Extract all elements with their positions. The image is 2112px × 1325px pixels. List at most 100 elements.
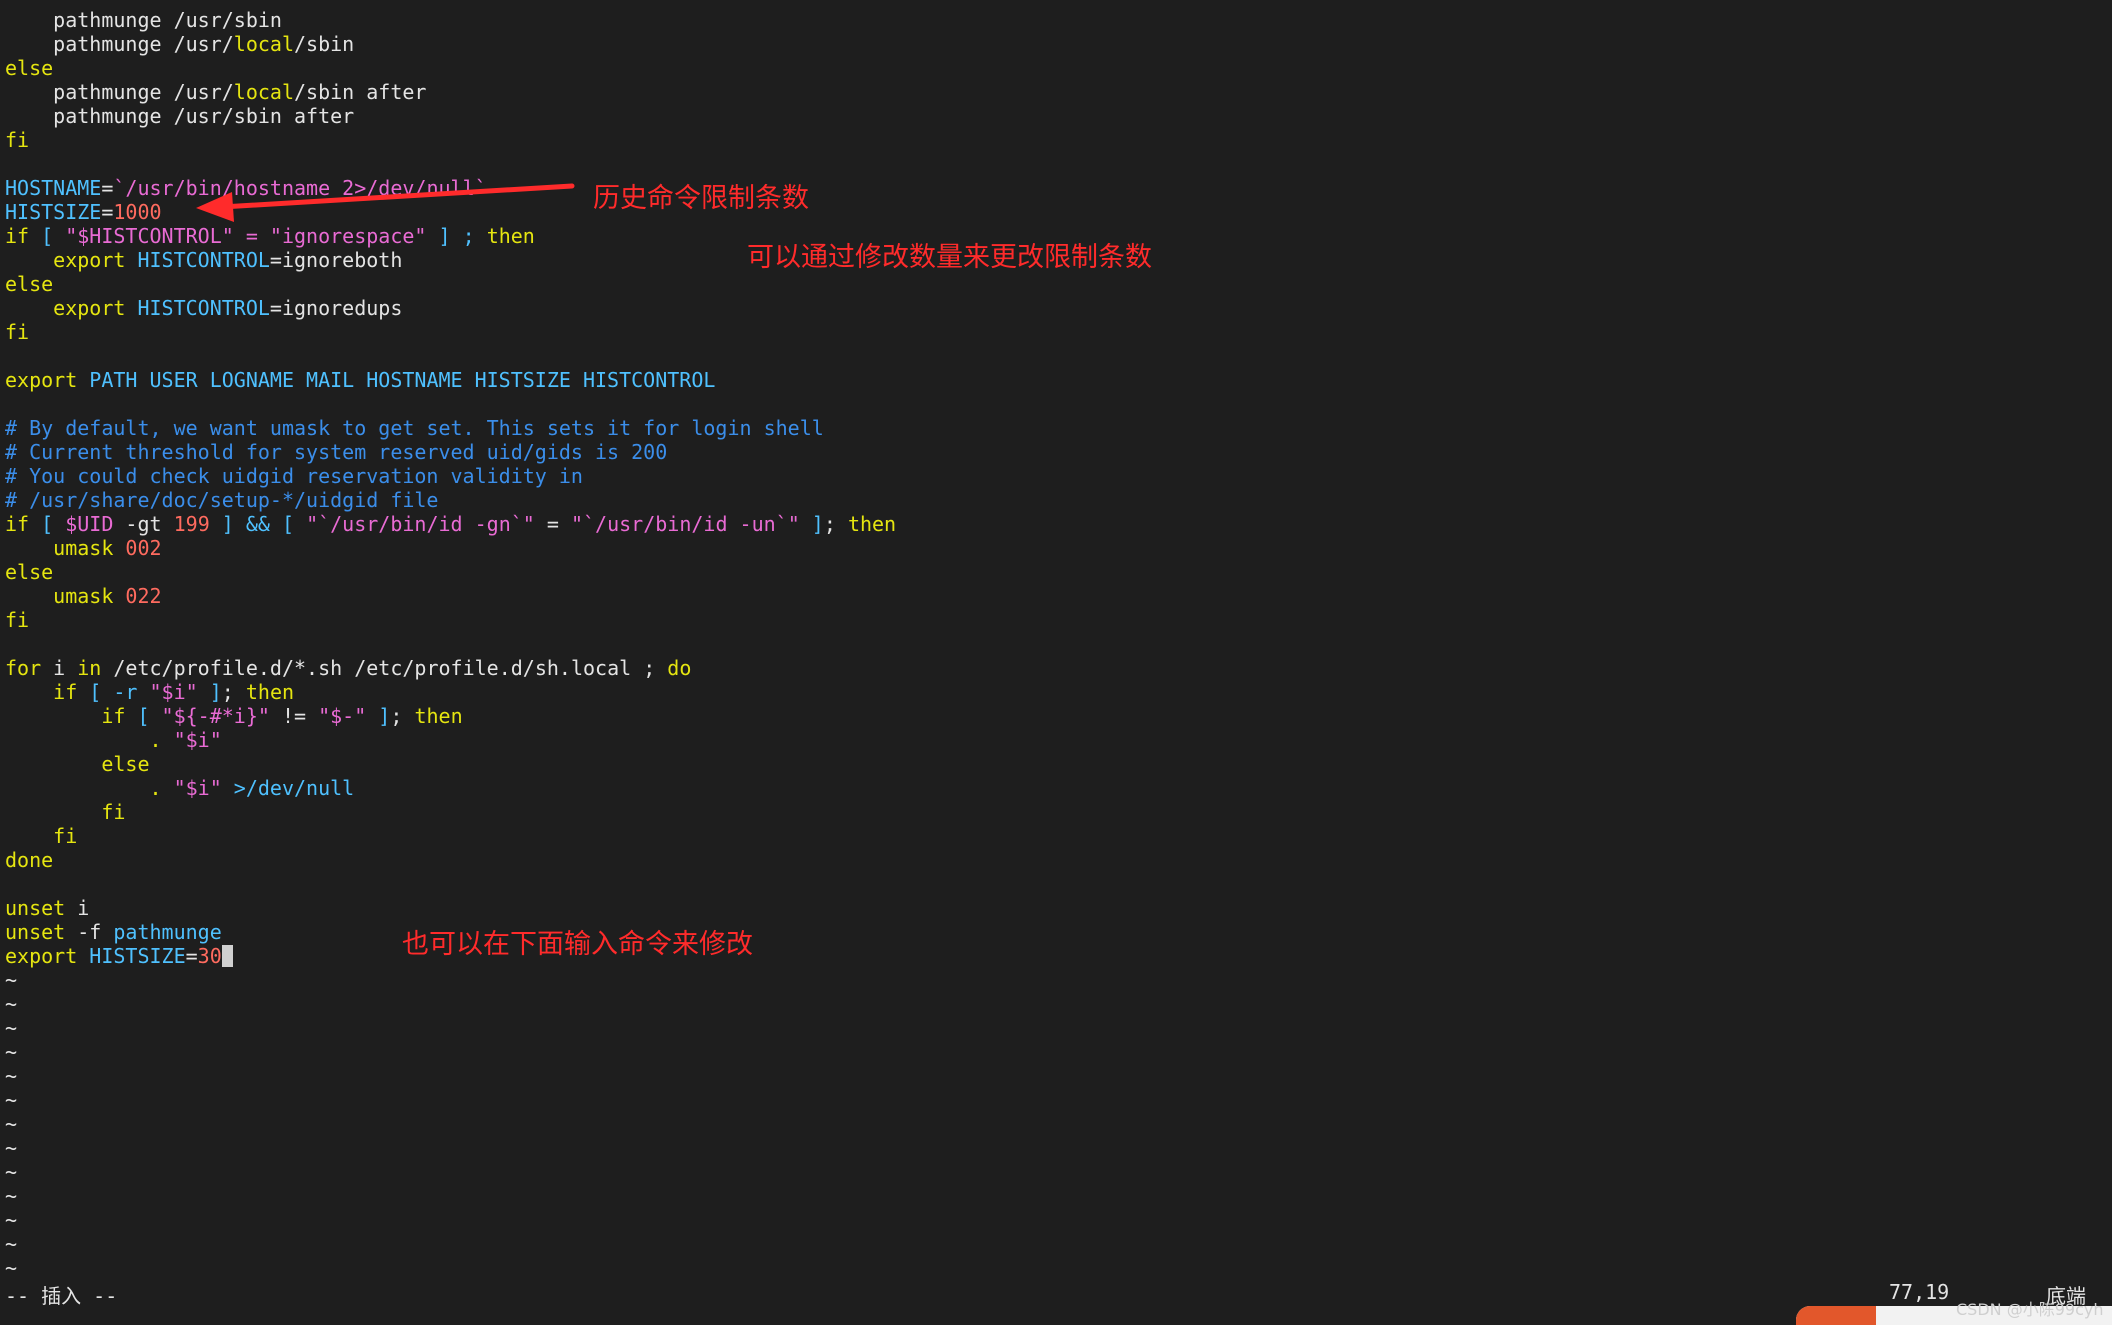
code-line: umask 022 (5, 584, 896, 608)
empty-line-marker: ~ (5, 968, 896, 992)
empty-line-marker: ~ (5, 1256, 896, 1280)
code-line: . "$i" (5, 728, 896, 752)
code-line: pathmunge /usr/local/sbin (5, 32, 896, 56)
code-token: else (5, 56, 54, 80)
code-token: export (53, 296, 126, 320)
code-token: = (185, 944, 198, 968)
empty-line-marker: ~ (5, 1208, 896, 1232)
code-line: pathmunge /usr/sbin (5, 8, 896, 32)
code-token: then (414, 704, 463, 728)
code-token: HISTSIZE (5, 200, 102, 224)
code-token: HISTSIZE (77, 944, 186, 968)
code-token: 1000 (113, 200, 162, 224)
code-line: pathmunge /usr/local/sbin after (5, 80, 896, 104)
code-token: pathmunge /usr/sbin after (5, 104, 355, 128)
code-token: -gt (113, 512, 174, 536)
code-token: ; (221, 680, 246, 704)
code-token: ~ (5, 1136, 18, 1160)
code-token: unset (5, 920, 66, 944)
code-token: 30 (197, 944, 222, 968)
annotation-change-count: 可以通过修改数量来更改限制条数 (747, 242, 1152, 273)
empty-line-marker: ~ (5, 1184, 896, 1208)
code-token: `/usr/bin/hostname 2>/dev/null` (113, 176, 487, 200)
code-token: export (5, 944, 78, 968)
code-token: = (534, 512, 571, 536)
code-line: fi (5, 128, 896, 152)
code-token: fi (5, 128, 30, 152)
code-token: then (847, 512, 897, 536)
code-token: . (5, 776, 174, 800)
code-token: then (486, 224, 535, 248)
empty-line-marker: ~ (5, 992, 896, 1016)
code-token: "$-" (318, 704, 367, 728)
code-token: >/dev/null (221, 776, 355, 800)
code-token: HOSTNAME (5, 176, 102, 200)
code-token: "`/usr/bin/id -gn`" (306, 512, 535, 536)
code-token: fi (5, 608, 30, 632)
code-token: -f (65, 920, 114, 944)
code-token: ~ (5, 1064, 18, 1088)
code-token: HISTCONTROL (137, 248, 270, 272)
code-token: ~ (5, 1184, 18, 1208)
annotation-command-modify: 也可以在下面输入命令来修改 (402, 929, 753, 960)
code-line: export HISTCONTROL=ignoredups (5, 296, 896, 320)
code-token: fi (5, 800, 126, 824)
code-token: 199 (173, 512, 210, 536)
empty-line-marker: ~ (5, 1112, 896, 1136)
code-token: in (77, 656, 102, 680)
code-token: ~ (5, 1040, 18, 1064)
code-token: . (5, 728, 174, 752)
code-token: 002 (125, 536, 162, 560)
code-token: local (233, 32, 294, 56)
code-line: . "$i" >/dev/null (5, 776, 896, 800)
code-token: [ (125, 704, 162, 728)
code-token: else (5, 752, 150, 776)
code-token: "$i" (173, 728, 222, 752)
code-token: ~ (5, 1232, 18, 1256)
code-token: HISTCONTROL (137, 296, 270, 320)
code-line: # Current threshold for system reserved … (5, 440, 896, 464)
empty-line-marker: ~ (5, 1016, 896, 1040)
code-token: # Current threshold for system reserved … (5, 440, 668, 464)
code-token: if (101, 704, 126, 728)
code-token: /sbin after (294, 80, 427, 104)
code-token: done (5, 848, 54, 872)
code-line: # You could check uidgid reservation val… (5, 464, 896, 488)
code-token: if (5, 512, 30, 536)
code-line: fi (5, 320, 896, 344)
code-token: "${-#*i}" (161, 704, 270, 728)
empty-line-marker: ~ (5, 1088, 896, 1112)
code-token: then (245, 680, 295, 704)
code-line: pathmunge /usr/sbin after (5, 104, 896, 128)
code-token: ~ (5, 992, 18, 1016)
code-line: if [ "${-#*i}" != "$-" ]; then (5, 704, 896, 728)
code-line: unset i (5, 896, 896, 920)
code-line: else (5, 560, 896, 584)
code-token: fi (5, 824, 78, 848)
code-token: 022 (125, 584, 162, 608)
code-token: export (5, 368, 78, 392)
code-token: if (5, 224, 30, 248)
code-token: ~ (5, 1160, 18, 1184)
code-line: for i in /etc/profile.d/*.sh /etc/profil… (5, 656, 896, 680)
code-line: fi (5, 824, 896, 848)
code-token: umask (5, 536, 126, 560)
code-line: else (5, 752, 896, 776)
code-token: ~ (5, 1016, 18, 1040)
text-cursor (221, 945, 233, 967)
code-token: =ignoreboth (269, 248, 403, 272)
empty-line-marker: ~ (5, 1232, 896, 1256)
code-token: " = "ignorespace" (221, 224, 427, 248)
code-token: # You could check uidgid reservation val… (5, 464, 583, 488)
annotation-history-limit: 历史命令限制条数 (593, 183, 809, 214)
code-line: fi (5, 608, 896, 632)
code-line: # By default, we want umask to get set. … (5, 416, 896, 440)
code-token: ~ (5, 1088, 18, 1112)
